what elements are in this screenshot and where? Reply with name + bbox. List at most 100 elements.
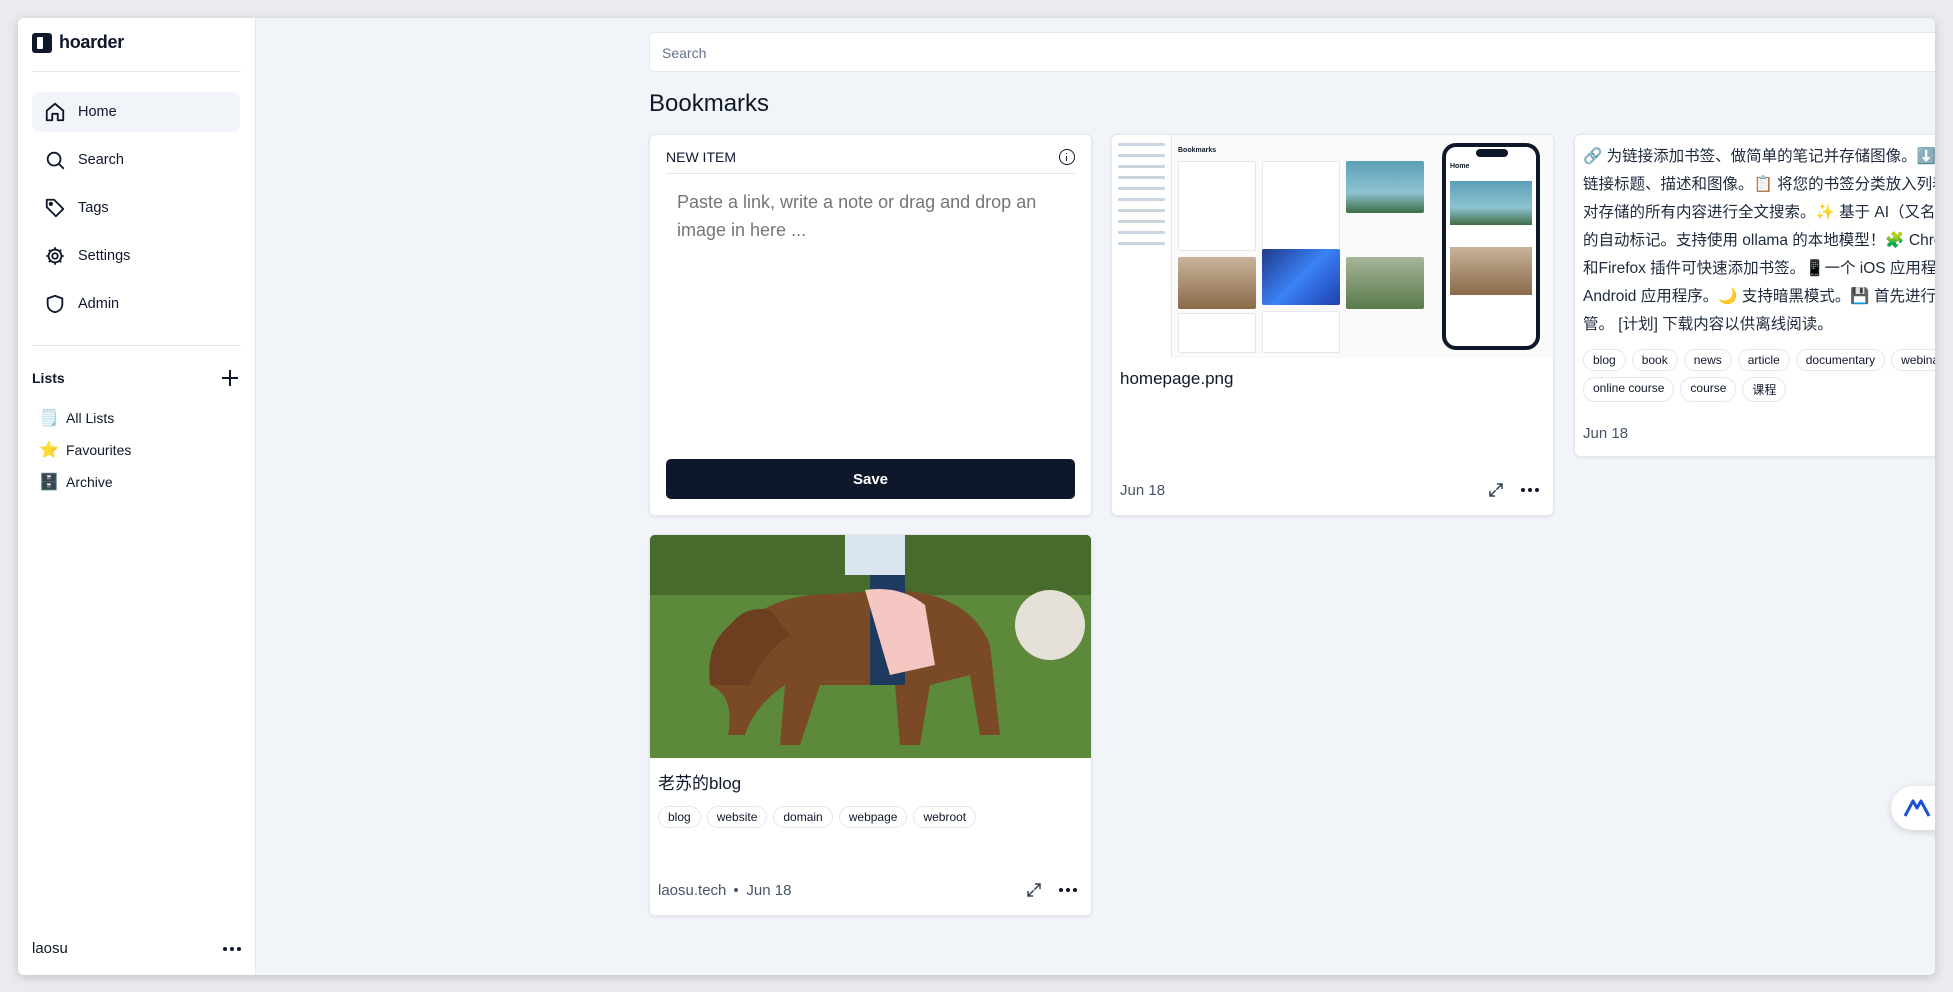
page-title: Bookmarks [649, 90, 770, 117]
floating-assistant-button[interactable] [1891, 786, 1935, 830]
tag-chip[interactable]: blog [658, 806, 701, 828]
new-item-card: NEW ITEM Save [649, 134, 1092, 516]
tag-list: blog website domain webpage webroot [658, 806, 977, 828]
expand-icon[interactable] [1487, 481, 1505, 499]
bookmark-card-link[interactable]: 老苏的blog blog website domain webpage webr… [649, 534, 1092, 916]
bookmark-title[interactable]: 老苏的blog [658, 769, 741, 794]
bookmark-footer: Jun 18 [1120, 481, 1539, 499]
bookmark-image-preview[interactable] [650, 535, 1091, 758]
main-content: Search Bookmarks NEW ITEM Save Bookmarks [256, 18, 1935, 975]
tag-chip[interactable]: online course [1583, 377, 1675, 402]
app-logo[interactable]: hoarder [32, 32, 124, 53]
bookmark-actions [1025, 881, 1077, 899]
sidebar-item-label: Admin [78, 296, 120, 312]
phone-tile [1450, 247, 1532, 295]
expand-icon[interactable] [1025, 881, 1043, 899]
preview-phone: Home [1442, 143, 1540, 350]
search-input[interactable]: Search [649, 32, 1935, 72]
sidebar-item-label: Tags [78, 200, 109, 216]
tag-chip[interactable]: website [706, 806, 768, 828]
add-list-button[interactable] [220, 368, 240, 388]
sidebar-item-label: Settings [78, 248, 131, 264]
tag-chip[interactable]: article [1737, 349, 1790, 371]
user-row: laosu [32, 940, 241, 957]
tag-chip[interactable]: blog [1583, 349, 1626, 371]
sidebar-item-admin[interactable]: Admin [32, 284, 240, 324]
sidebar-nav: Home Search Tags Settings Admin [32, 92, 240, 332]
sidebar-divider [32, 71, 241, 72]
preview-tile [1346, 257, 1424, 309]
sidebar-item-home[interactable]: Home [32, 92, 240, 132]
preview-tile [1262, 311, 1340, 353]
bookmark-date: Jun 18 [1120, 481, 1166, 499]
preview-tile [1178, 257, 1256, 309]
info-icon[interactable] [1059, 149, 1075, 165]
tag-chip[interactable]: webroot [913, 806, 977, 828]
phone-title: Home [1450, 163, 1470, 170]
tag-chip[interactable]: documentary [1795, 349, 1886, 371]
list-item-favourites[interactable]: ⭐ Favourites [39, 434, 132, 466]
bookmark-source-domain[interactable]: laosu.tech [658, 882, 726, 899]
bookmark-source: laosu.tech Jun 18 [658, 882, 791, 899]
shield-icon [46, 294, 64, 314]
preview-tile [1346, 161, 1424, 213]
preview-tile [1178, 313, 1256, 353]
home-icon [45, 102, 65, 122]
sidebar-item-settings[interactable]: Settings [32, 236, 240, 276]
tag-chip[interactable]: webinar [1891, 349, 1935, 371]
tag-icon [45, 198, 65, 218]
list-item-all-lists[interactable]: 🗒️ All Lists [39, 402, 131, 434]
more-options-button[interactable] [1059, 888, 1077, 892]
bookmark-card-text[interactable]: 🔗 为链接添加书签、做简单的笔记并存储图像。⬇️ 自动获取链接标题、描述和图像。… [1574, 134, 1935, 457]
new-item-header: NEW ITEM [666, 149, 1075, 174]
list-item-label: All Lists [66, 410, 115, 426]
hoarder-logo-icon [32, 32, 52, 53]
bookmark-title[interactable]: homepage.png [1120, 369, 1233, 389]
preview-sidebar [1112, 135, 1172, 358]
horse-rider-photo [650, 535, 1091, 758]
user-menu-button[interactable] [223, 946, 241, 951]
phone-tile [1450, 181, 1532, 225]
sidebar-item-search[interactable]: Search [32, 140, 240, 180]
preview-tile [1262, 249, 1340, 305]
user-name: laosu [32, 940, 68, 957]
sidebar: hoarder Home Search Tags Settings Admin … [18, 18, 256, 975]
lists-header: Lists [32, 368, 240, 388]
new-item-title: NEW ITEM [666, 149, 736, 165]
lists: 🗒️ All Lists ⭐ Favourites 🗄️ Archive [39, 402, 132, 498]
tag-chip[interactable]: domain [773, 806, 833, 828]
star-icon: ⭐ [39, 442, 59, 459]
bookmark-note-text: 🔗 为链接添加书签、做简单的笔记并存储图像。⬇️ 自动获取链接标题、描述和图像。… [1583, 148, 1935, 333]
file-cabinet-icon: 🗄️ [39, 474, 59, 491]
bookmark-image-preview[interactable]: Bookmarks Home [1112, 135, 1553, 358]
tag-chip[interactable]: news [1683, 349, 1732, 371]
bookmark-card-image[interactable]: Bookmarks Home homepage.png Jun 18 [1111, 134, 1554, 516]
preview-title: Bookmarks [1178, 147, 1217, 154]
app-name: hoarder [59, 32, 124, 52]
tag-chip[interactable]: book [1631, 349, 1678, 371]
bookmark-footer: laosu.tech Jun 18 [658, 881, 1077, 899]
tag-chip[interactable]: course [1680, 377, 1737, 402]
save-button[interactable]: Save [666, 459, 1075, 499]
new-item-input[interactable] [666, 188, 1075, 438]
gear-icon [46, 247, 64, 265]
list-item-label: Favourites [66, 442, 132, 458]
list-item-archive[interactable]: 🗄️ Archive [39, 466, 131, 498]
list-item-label: Archive [66, 474, 113, 490]
more-options-button[interactable] [1521, 488, 1539, 492]
tag-chip[interactable]: 课程 [1742, 377, 1787, 402]
lists-title: Lists [32, 370, 65, 386]
tag-chip[interactable]: webpage [838, 806, 908, 828]
app-window: hoarder Home Search Tags Settings Admin … [18, 18, 1935, 975]
bookmark-date: Jun 18 [1583, 424, 1629, 442]
sidebar-item-tags[interactable]: Tags [32, 188, 240, 228]
sidebar-divider [32, 345, 241, 346]
separator-dot [734, 888, 739, 892]
bookmark-footer: Jun 18 [1583, 424, 1935, 442]
assistant-logo-icon [1903, 799, 1931, 817]
sidebar-item-label: Home [78, 104, 117, 120]
tag-list: blog book news article documentary webin… [1583, 349, 1935, 402]
preview-tile [1262, 161, 1340, 251]
bookmark-date: Jun 18 [746, 881, 792, 899]
bookmark-actions [1487, 481, 1539, 499]
